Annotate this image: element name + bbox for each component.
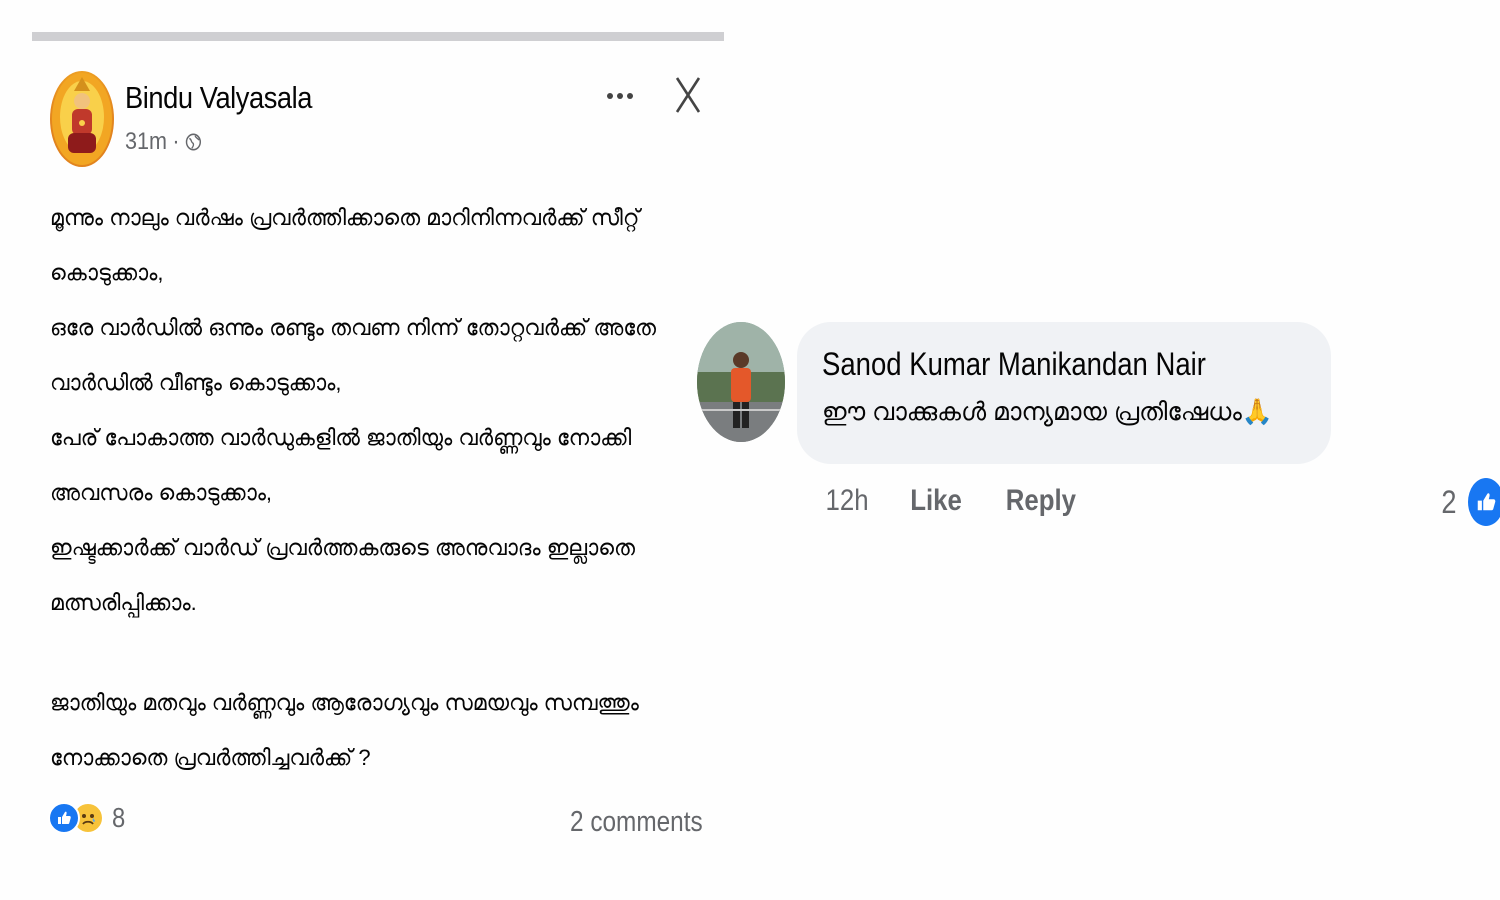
facebook-post: Bindu Valyasala 31m · മൂന്നും നാലും വർഷം… [0, 0, 730, 900]
post-time[interactable]: 31m [125, 128, 167, 156]
post-meta: 31m · [125, 128, 201, 156]
commenter-avatar[interactable] [697, 322, 785, 442]
screenshot-canvas: Bindu Valyasala 31m · മൂന്നും നാലും വർഷം… [0, 0, 1500, 900]
post-line: കൊടുക്കാം, [50, 260, 164, 285]
comment-text: ഈ വാക്കുകൾ മാന്യമായ പ്രതിഷേധം🙏 [822, 398, 1273, 426]
comment-bubble [797, 322, 1331, 464]
close-icon [675, 77, 701, 113]
commenter-name[interactable]: Sanod Kumar Manikandan Nair [822, 346, 1206, 383]
post-line: മത്സരിപ്പിക്കാം. [50, 590, 197, 615]
comment-time[interactable]: 12h [826, 484, 869, 518]
more-options-button[interactable] [600, 78, 640, 114]
comments-count-link[interactable]: 2 comments [570, 806, 703, 839]
post-author-name[interactable]: Bindu Valyasala [125, 80, 312, 116]
author-avatar[interactable] [50, 71, 114, 167]
post-line: ജാതിയും മതവും വർണ്ണവും ആരോഗ്യവും സമയവും … [50, 690, 639, 715]
close-button[interactable] [668, 72, 708, 118]
meta-separator: · [172, 128, 180, 155]
comment-like-number: 2 [1441, 483, 1457, 520]
like-reaction-icon [1465, 476, 1500, 528]
globe-icon [185, 133, 201, 151]
reaction-count: 8 [112, 802, 126, 833]
post-line: പേര് പോകാത്ത വാർഡുകളിൽ ജാതിയും വർണ്ണവും … [50, 425, 632, 450]
reactions-summary[interactable]: 8 [48, 802, 128, 834]
like-reaction-icon [48, 802, 80, 834]
post-line: നോക്കാതെ പ്രവർത്തിച്ചവർക്ക് ? [50, 745, 371, 770]
post-line: ഒരേ വാർഡിൽ ഒന്നും രണ്ടും തവണ നിന്ന് തോറ്… [50, 315, 657, 340]
post-line: വാർഡിൽ വീണ്ടും കൊടുക്കാം, [50, 370, 342, 395]
comment-actions: 12h Like Reply [822, 484, 1082, 518]
divider [32, 32, 724, 41]
like-button[interactable]: Like [910, 484, 962, 518]
post-line: ഇഷ്ടക്കാർക്ക് വാർഡ് പ്രവർത്തകരുടെ അനുവാദ… [50, 535, 635, 560]
post-line: മൂന്നും നാലും വർഷം പ്രവർത്തിക്കാതെ മാറിന… [50, 205, 640, 230]
more-options-icon [607, 93, 633, 99]
reply-button[interactable]: Reply [1006, 484, 1076, 518]
comment-like-count[interactable]: 2 [1440, 476, 1500, 528]
post-body: മൂന്നും നാലും വർഷം പ്രവർത്തിക്കാതെ മാറിന… [50, 190, 700, 785]
post-line: അവസരം കൊടുക്കാം, [50, 480, 273, 505]
